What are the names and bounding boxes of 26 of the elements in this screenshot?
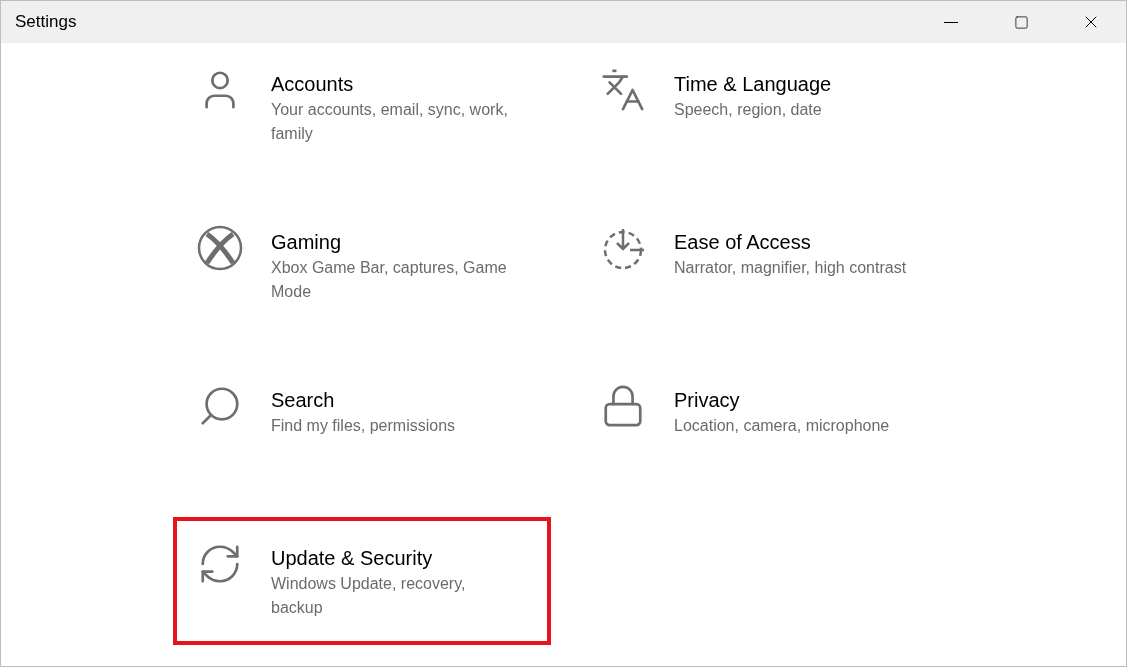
settings-category[interactable]: Update & Security Windows Update, recovery, backup [173,517,551,645]
settings-category[interactable]: Accounts Your accounts, email, sync, work, family [173,43,551,171]
settings-category[interactable]: Privacy Location, camera, microphone [576,359,954,487]
category-title: Search [271,388,336,413]
settings-category[interactable]: Search Find my files, permissions [173,359,551,487]
minimize-icon [944,21,958,23]
xbox-icon [197,225,243,271]
category-title: Update & Security [271,546,434,571]
maximize-icon [1013,14,1029,30]
category-title: Privacy [674,388,741,413]
category-description: Narrator, magnifier, high contrast [674,258,908,278]
window-title: Settings [14,11,78,34]
category-title: Ease of Access [674,230,812,255]
category-description: Xbox Game Bar, captures, Game Mode [271,258,508,302]
language-icon [600,67,646,113]
category-description: Location, camera, microphone [674,416,891,436]
category-description: Speech, region, date [674,100,823,120]
settings-category[interactable]: Gaming Xbox Game Bar, captures, Game Mode [173,201,551,329]
settings-category[interactable]: Ease of Access Narrator, magnifier, high contrast [576,201,954,329]
category-title: Accounts [271,72,355,97]
category-description: Find my files, permissions [271,416,457,436]
category-description: Windows Update, recovery, backup [271,574,467,618]
category-title: Gaming [271,230,343,255]
category-title: Time & Language [674,72,833,97]
category-description: Your accounts, email, sync, work, family [271,100,509,144]
settings-category[interactable]: Time & Language Speech, region, date [576,43,954,171]
